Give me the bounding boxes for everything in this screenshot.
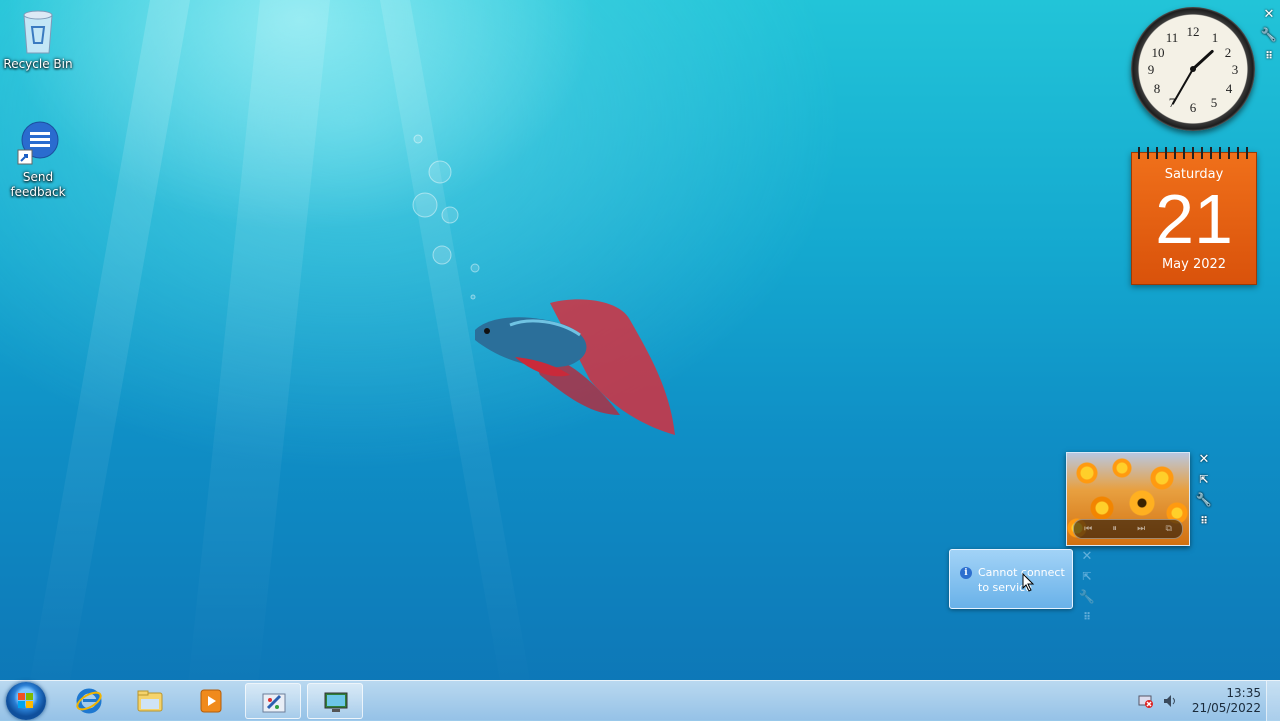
close-gadget-button[interactable]: ✕ [1078, 548, 1096, 566]
show-desktop-button[interactable] [1266, 681, 1280, 721]
drag-gadget-handle[interactable]: ⠿ [1195, 513, 1213, 531]
clock-number: 9 [1148, 62, 1155, 77]
recycle-bin-icon [14, 7, 62, 55]
calendar-rings [1134, 147, 1254, 159]
remote-desktop-taskbar-button[interactable] [307, 683, 363, 719]
drag-gadget-handle[interactable]: ⠿ [1078, 609, 1096, 627]
start-button[interactable] [6, 682, 46, 720]
clock-number: 12 [1187, 24, 1200, 39]
paint-icon [262, 693, 286, 713]
internet-explorer-icon [76, 688, 102, 714]
feed-headlines-gadget[interactable]: i Cannot connect to service [949, 549, 1073, 609]
calendar-day: 21 [1155, 180, 1233, 258]
tray-time: 13:35 [1226, 686, 1261, 700]
feedback-icon [14, 120, 62, 168]
recycle-bin-shortcut[interactable]: Recycle Bin [0, 7, 76, 72]
betta-fish-wallpaper [475, 299, 675, 435]
clock-number: 8 [1154, 81, 1161, 96]
light-ray [184, 0, 330, 720]
windows-logo-icon [18, 693, 34, 709]
next-icon[interactable]: ⏭ [1137, 524, 1145, 534]
gadget-options-button[interactable]: 🔧 [1078, 589, 1096, 607]
slideshow-controls: ⏮ ⏸ ⏭ ⧉ [1073, 519, 1183, 539]
clock-number: 2 [1225, 45, 1232, 60]
clock-gadget[interactable]: 12 1 2 3 4 5 6 7 8 9 10 11 [1131, 7, 1255, 131]
mouse-cursor-icon [1022, 573, 1035, 592]
clock-number: 3 [1232, 62, 1239, 77]
calendar-month-year: May 2022 [1161, 257, 1227, 272]
light-ray [23, 0, 191, 720]
calendar-gadget[interactable]: Saturday 21 May 2022 [1131, 147, 1257, 285]
gadget-options-button[interactable]: 🔧 [1195, 492, 1213, 510]
close-gadget-button[interactable]: ✕ [1195, 451, 1213, 469]
media-player-icon [200, 689, 222, 713]
bubbles-decoration [412, 134, 480, 300]
taskbar: 13:35 21/05/2022 [0, 680, 1280, 721]
larger-size-button[interactable]: ⇱ [1195, 471, 1213, 489]
clock-number: 1 [1212, 30, 1219, 45]
info-icon: i [960, 567, 972, 579]
gadget-options-button[interactable]: 🔧 [1260, 27, 1278, 45]
close-gadget-button[interactable]: ✕ [1260, 6, 1278, 24]
paint-taskbar-button[interactable] [245, 683, 301, 719]
system-clock[interactable]: 13:35 21/05/2022 [1166, 686, 1261, 716]
remote-desktop-icon [324, 692, 348, 712]
clock-hour-hand [1191, 49, 1214, 71]
larger-size-button[interactable]: ⇱ [1078, 568, 1096, 586]
clock-number: 5 [1211, 95, 1218, 110]
clock-number: 4 [1226, 81, 1233, 96]
drag-gadget-handle[interactable]: ⠿ [1260, 48, 1278, 66]
clock-number: 11 [1166, 30, 1179, 45]
pause-icon[interactable]: ⏸ [1112, 524, 1117, 534]
network-icon[interactable] [1138, 693, 1154, 709]
send-feedback-shortcut[interactable]: Send feedback [0, 120, 76, 200]
view-icon[interactable]: ⧉ [1165, 524, 1171, 534]
clock-face: 12 1 2 3 4 5 6 7 8 9 10 11 [1148, 24, 1239, 115]
clock-number: 10 [1152, 45, 1165, 60]
windows-explorer-taskbar-button[interactable] [122, 683, 178, 719]
send-feedback-label: Send feedback [10, 170, 66, 199]
media-player-taskbar-button[interactable] [183, 683, 239, 719]
tray-date: 21/05/2022 [1191, 701, 1261, 715]
slideshow-gadget[interactable]: ⏮ ⏸ ⏭ ⧉ [1066, 452, 1190, 546]
clock-number: 6 [1190, 100, 1197, 115]
clock-minute-hand [1172, 68, 1194, 105]
recycle-bin-label: Recycle Bin [3, 57, 73, 71]
previous-icon[interactable]: ⏮ [1084, 524, 1092, 534]
folder-icon [137, 690, 163, 712]
internet-explorer-taskbar-button[interactable] [61, 683, 117, 719]
